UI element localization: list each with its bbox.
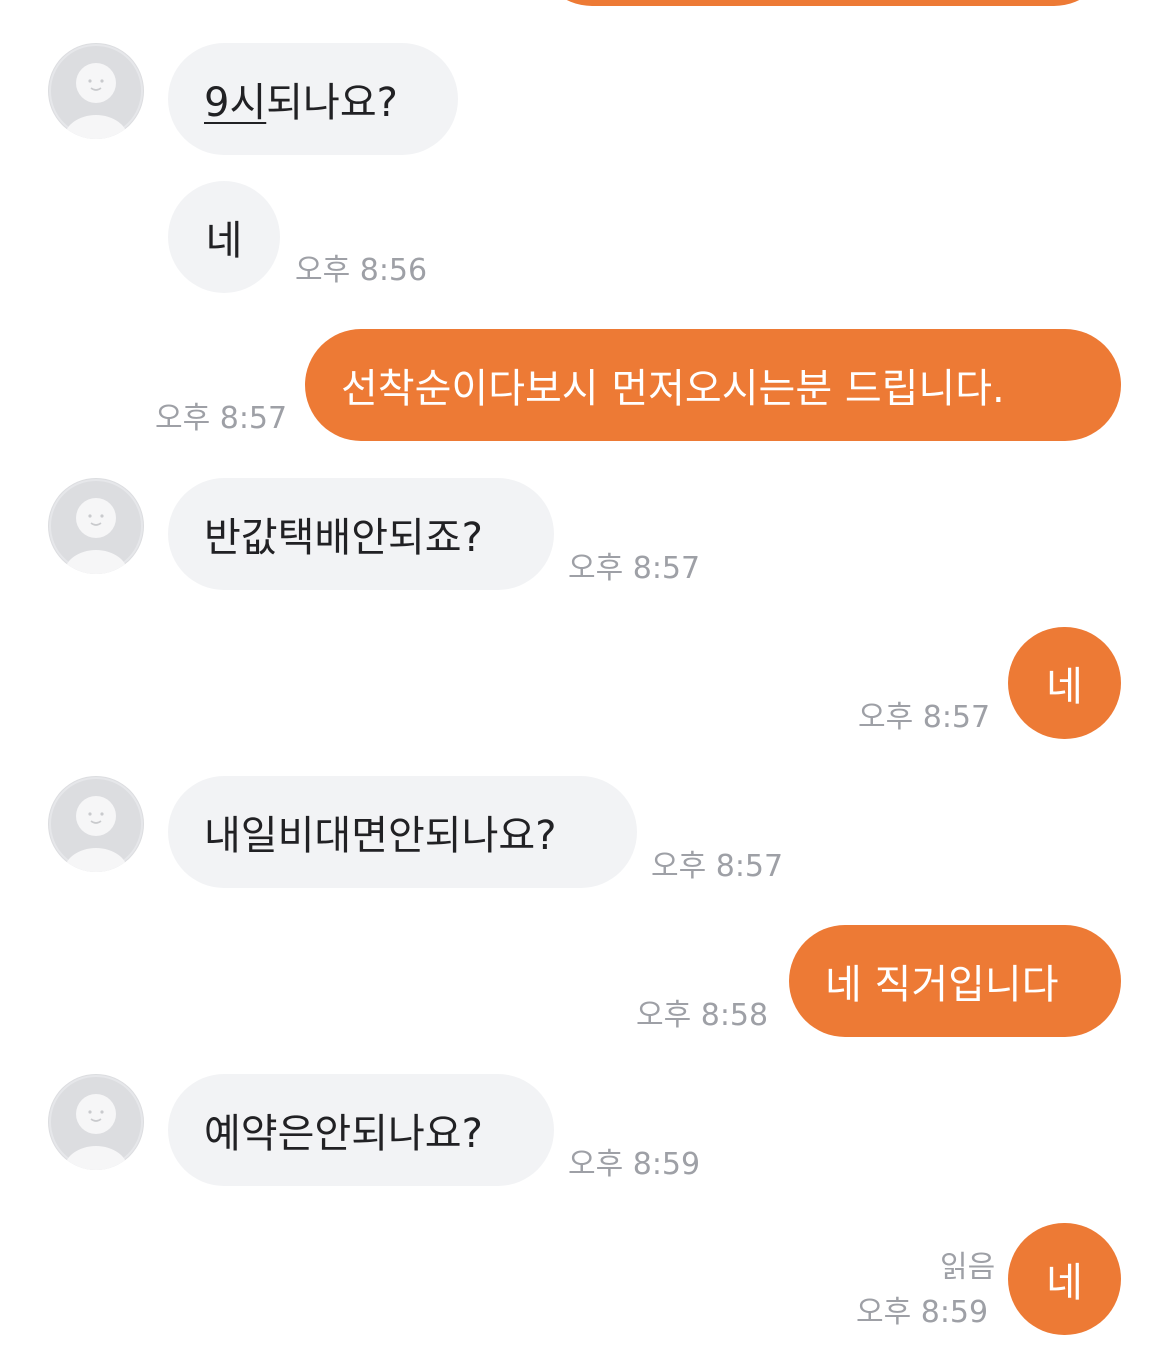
message-timestamp: 오후 8:56 [295, 253, 428, 288]
message-timestamp: 오후 8:57 [858, 700, 991, 735]
message-timestamp: 오후 8:57 [651, 849, 784, 884]
message-text: 네 [205, 218, 243, 264]
default-user-avatar-icon [49, 44, 143, 139]
avatar[interactable] [48, 776, 144, 872]
message-text: 되나요? [266, 80, 398, 126]
message-timestamp: 오후 8:57 [568, 551, 701, 586]
message-timestamp: 오후 8:58 [636, 998, 769, 1033]
default-user-avatar-icon [49, 479, 143, 574]
chat-thread: 9시 되나요? 네 오후 8:56 오후 8:57 선착순이다보시 먼저오시는분 … [0, 0, 1170, 1349]
default-user-avatar-icon [49, 777, 143, 872]
message-bubble-incoming[interactable]: 내일비대면안되나요? [168, 776, 637, 888]
message-timestamp: 오후 8:59 [568, 1147, 701, 1182]
message-text: 내일비대면안되나요? [204, 813, 557, 859]
message-bubble-outgoing[interactable]: 선착순이다보시 먼저오시는분 드립니다. [305, 329, 1121, 441]
avatar[interactable] [48, 43, 144, 139]
avatar[interactable] [48, 478, 144, 574]
message-text: 네 [1046, 664, 1083, 710]
message-bubble-incoming[interactable]: 9시 되나요? [168, 43, 458, 155]
message-timestamp: 오후 8:59 [856, 1295, 989, 1330]
message-bubble-outgoing[interactable]: 네 직거입니다 [789, 925, 1121, 1037]
message-bubble-incoming[interactable]: 예약은안되나요? [168, 1074, 554, 1186]
message-text: 예약은안되나요? [204, 1111, 483, 1157]
message-bubble-outgoing-partial[interactable] [536, 0, 1110, 6]
message-text: 선착순이다보시 먼저오시는분 드립니다. [341, 366, 1005, 412]
message-bubble-outgoing[interactable]: 네 [1008, 627, 1121, 739]
read-status: 읽음 [940, 1250, 996, 1285]
default-user-avatar-icon [49, 1075, 143, 1170]
message-bubble-incoming[interactable]: 반값택배안되죠? [168, 478, 554, 590]
avatar[interactable] [48, 1074, 144, 1170]
message-bubble-outgoing[interactable]: 네 [1008, 1223, 1121, 1335]
message-bubble-incoming[interactable]: 네 [168, 181, 280, 293]
time-link[interactable]: 9시 [204, 70, 266, 128]
message-text: 네 직거입니다 [825, 962, 1059, 1008]
message-timestamp: 오후 8:57 [155, 401, 288, 436]
message-text: 반값택배안되죠? [204, 515, 483, 561]
message-text: 네 [1046, 1260, 1083, 1306]
